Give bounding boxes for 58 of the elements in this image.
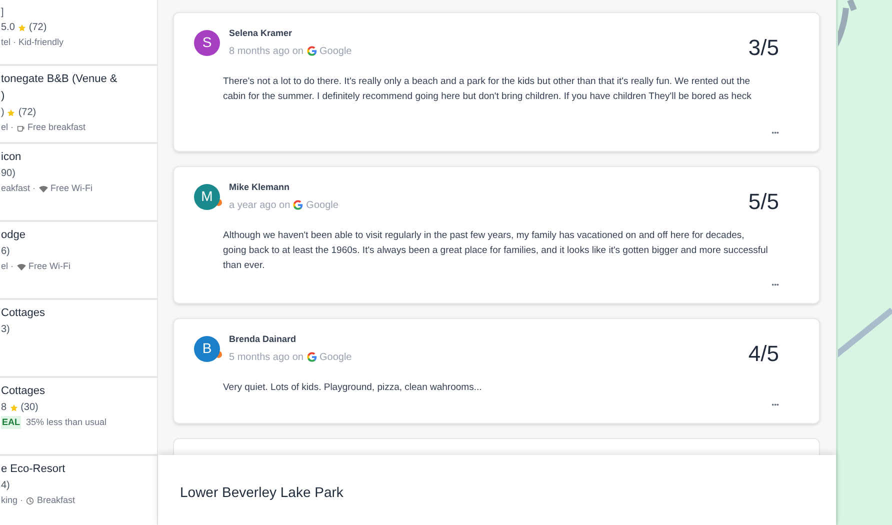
amenity-text: king · [1, 494, 24, 507]
review-count: (72) [18, 106, 36, 119]
review-count: 6) [1, 245, 10, 258]
place-title: Lower Beverley Lake Park [180, 483, 344, 502]
avatar: S [194, 30, 220, 56]
amenity-text: el · [1, 260, 14, 273]
cup-icon [16, 124, 25, 132]
source-label: Google [306, 198, 338, 212]
google-icon [306, 352, 316, 362]
google-icon [306, 46, 316, 56]
review-time: a year ago on [229, 198, 290, 212]
amenity-label: Breakfast [37, 494, 76, 507]
wifi-icon [16, 262, 26, 270]
deal-badge: EAL [1, 416, 21, 429]
hotel-name: Cottages [1, 384, 46, 399]
google-icon [293, 200, 304, 210]
amenity-label: Free breakfast [28, 121, 86, 134]
amenity-text: tel · Kid-friendly [1, 36, 64, 49]
clock-icon [26, 496, 34, 504]
hotel-name: Cottages [1, 306, 46, 321]
review-count: 3) [1, 323, 10, 336]
review-score: 5/5 [748, 188, 779, 216]
review-count: (30) [20, 401, 38, 414]
star-icon [7, 108, 16, 116]
review-text: Very quiet. Lots of kids. Playground, pizza, clean wahrooms... [223, 380, 483, 394]
review-text: Although we haven't been able to visit regularly in the past few years, my family has vacationed on and off here for decades, going back to at least the 1960s. It's always been a great place for families, and it looks like it's gotten bigger and more successful than ever. [223, 228, 768, 272]
amenity-text: eakfast · [1, 182, 36, 195]
review-count: (72) [28, 21, 47, 34]
rating-value: 8 [1, 401, 7, 414]
avatar: M [194, 184, 220, 210]
review-score: 4/5 [748, 340, 779, 368]
review-text: There's not a lot to do there. It's really only a beach and a park for the kids but other than that it's really fun. We rented out the cabin for the summer. I definitely recommend going here but don't bring children. If you have children They'll be bored as heck [223, 74, 752, 104]
review-count: 4) [1, 479, 10, 492]
hotel-name: odge [1, 228, 26, 243]
reviewer-name: Selena Kramer [229, 27, 292, 40]
rating-value: ) [1, 106, 4, 119]
review-count: 90) [1, 167, 16, 180]
deal-text: 35% less than usual [26, 416, 107, 429]
hotel-name: ) [1, 89, 5, 104]
avatar: B [194, 336, 220, 362]
source-label: Google [320, 44, 352, 58]
amenity-label: Free Wi-Fi [28, 260, 71, 273]
amenity-text: el · [1, 121, 14, 134]
hotel-name: icon [1, 150, 22, 165]
wifi-icon [38, 184, 48, 192]
source-label: Google [320, 350, 352, 364]
review-time: 5 months ago on [229, 350, 304, 364]
amenity-label: Free Wi-Fi [50, 182, 93, 195]
review-time: 8 months ago on [229, 44, 304, 58]
hotel-name: e Eco-Resort [1, 462, 66, 477]
star-icon [18, 24, 26, 32]
star-icon [10, 404, 18, 412]
review-score: 3/5 [748, 34, 779, 62]
review-count: ] [1, 6, 4, 19]
rating-value: 5.0 [1, 21, 15, 34]
hotel-name: tonegate B&B (Venue & [1, 72, 118, 87]
reviewer-name: Brenda Dainard [229, 333, 296, 346]
reviewer-name: Mike Klemann [229, 181, 290, 194]
